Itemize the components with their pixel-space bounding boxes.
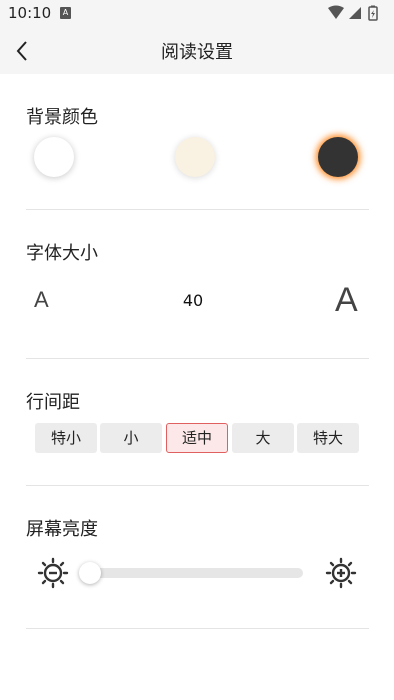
notification-a-icon: A <box>60 7 71 19</box>
status-time: 10:10 <box>8 4 52 22</box>
status-bar: 10:10 A <box>0 0 394 26</box>
background-color-title: 背景颜色 <box>26 107 98 128</box>
battery-icon <box>368 5 378 21</box>
font-size-decrease-button[interactable]: A <box>34 287 49 313</box>
divider <box>26 358 369 359</box>
divider <box>26 628 369 629</box>
background-option-white[interactable] <box>34 137 74 177</box>
signal-icon <box>349 7 361 19</box>
font-size-value: 40 <box>182 291 204 310</box>
line-spacing-extra-small-button[interactable]: 特小 <box>35 423 97 453</box>
brightness-slider-track[interactable] <box>88 568 303 578</box>
line-spacing-medium-button[interactable]: 适中 <box>166 423 228 453</box>
background-option-cream[interactable] <box>175 137 215 177</box>
brightness-down-icon[interactable] <box>37 557 69 589</box>
brightness-up-icon[interactable] <box>325 557 357 589</box>
font-size-title: 字体大小 <box>26 243 98 264</box>
line-spacing-small-button[interactable]: 小 <box>100 423 162 453</box>
divider <box>26 485 369 486</box>
status-icons <box>328 5 378 21</box>
divider <box>26 209 369 210</box>
font-size-increase-button[interactable]: A <box>335 281 358 320</box>
line-spacing-large-button[interactable]: 大 <box>232 423 294 453</box>
brightness-title: 屏幕亮度 <box>26 519 98 540</box>
line-spacing-extra-large-button[interactable]: 特大 <box>297 423 359 453</box>
background-option-dark[interactable] <box>318 137 358 177</box>
line-spacing-title: 行间距 <box>26 392 80 413</box>
brightness-slider-thumb[interactable] <box>79 562 101 584</box>
page-title: 阅读设置 <box>161 42 233 63</box>
top-bar: 阅读设置 <box>0 26 394 74</box>
wifi-icon <box>328 5 344 19</box>
